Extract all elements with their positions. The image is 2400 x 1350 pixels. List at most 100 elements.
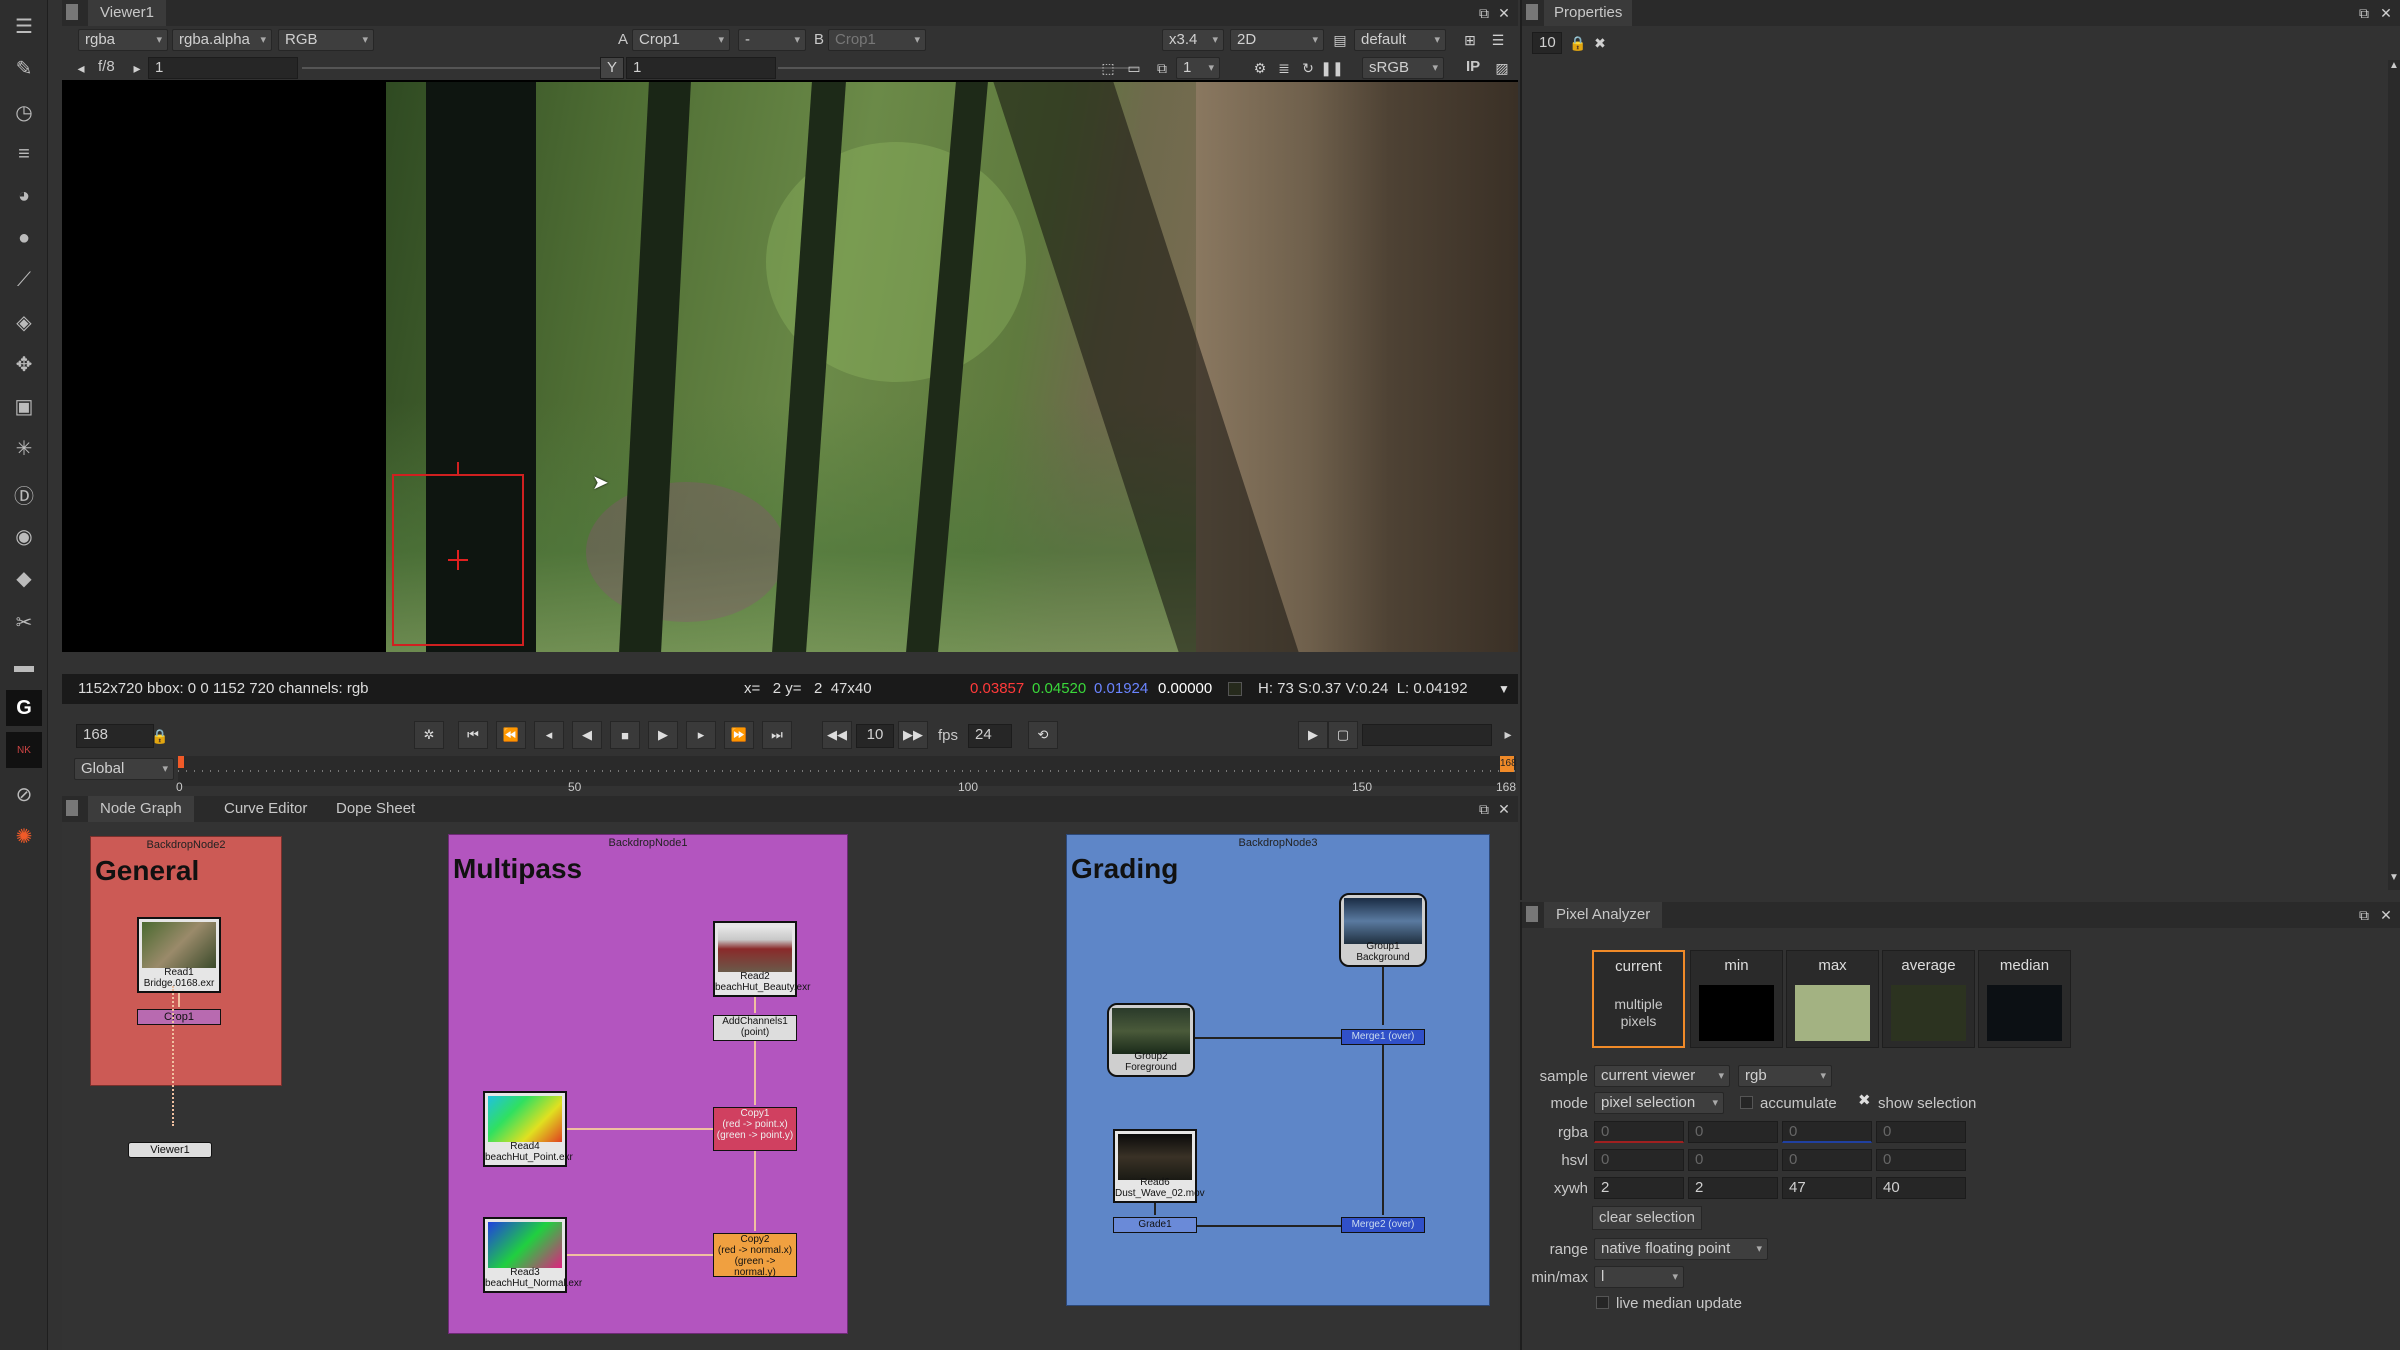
gain-slider[interactable]: [302, 67, 602, 69]
node-read4[interactable]: Read4 beachHut_Point.exr: [483, 1091, 573, 1167]
tab-dope-sheet[interactable]: Dope Sheet: [324, 796, 427, 822]
pa-panel-menu-icon[interactable]: [1526, 906, 1538, 922]
a-input-dropdown[interactable]: Crop1: [632, 29, 730, 51]
play-backward-button[interactable]: ◀: [572, 721, 602, 749]
range-dropdown[interactable]: native floating point: [1594, 1238, 1768, 1260]
rgba-r-field[interactable]: 0: [1594, 1121, 1684, 1143]
next-keyframe-button[interactable]: ⏩: [724, 721, 754, 749]
hsvl-l-field[interactable]: 0: [1876, 1149, 1966, 1171]
node-read6[interactable]: Read6 Dust_Wave_02.mov: [1113, 1129, 1205, 1203]
node-viewer1[interactable]: Viewer1: [128, 1142, 212, 1158]
merge-icon[interactable]: ◈: [6, 304, 42, 340]
ng-panel-menu-icon[interactable]: [66, 800, 78, 816]
views-icon[interactable]: ◉: [6, 518, 42, 554]
tab-curve-editor[interactable]: Curve Editor: [212, 796, 319, 822]
node-group1[interactable]: Group1 Background: [1339, 893, 1427, 967]
props-clear-icon[interactable]: ✖: [1588, 31, 1612, 55]
keyer-icon[interactable]: ⟋: [6, 262, 42, 298]
rect-icon[interactable]: ▭: [1122, 56, 1146, 80]
ocula-icon[interactable]: ✺: [6, 818, 42, 854]
color-icon[interactable]: ◕: [6, 178, 42, 214]
viewport[interactable]: ➤: [62, 80, 1518, 652]
lut-icon[interactable]: ▤: [1328, 28, 1352, 52]
max-panels-field[interactable]: 10: [1532, 32, 1562, 54]
timeline-scroll[interactable]: [1362, 724, 1492, 746]
node-read1[interactable]: Read1 Bridge.0168.exr: [137, 917, 221, 993]
roi-icon[interactable]: ⊞: [1458, 28, 1482, 52]
backdrop-grading[interactable]: BackdropNode3 Grading Group1 Background G…: [1066, 834, 1490, 1306]
transform-icon[interactable]: ✥: [6, 346, 42, 382]
deep-icon[interactable]: Ⓓ: [6, 476, 42, 512]
current-box[interactable]: current multiple pixels: [1592, 950, 1685, 1048]
node-copy2[interactable]: Copy2 (red -> normal.x) (green -> normal.y…: [713, 1233, 797, 1277]
mode-dropdown[interactable]: pixel selection: [1594, 1092, 1724, 1114]
range-scope-dropdown[interactable]: Global: [74, 758, 174, 780]
display-dropdown[interactable]: sRGB: [1362, 57, 1444, 79]
show-selection-checkbox[interactable]: ✖: [1858, 1093, 1872, 1108]
gamma-slider[interactable]: [778, 67, 1138, 69]
rgba-g-field[interactable]: 0: [1688, 1121, 1778, 1143]
sample-dropdown[interactable]: current viewer: [1594, 1065, 1730, 1087]
playback-settings-icon[interactable]: ✲: [414, 721, 444, 749]
colorspace-dropdown[interactable]: RGB: [278, 29, 374, 51]
nkview-icon[interactable]: NK: [6, 732, 42, 768]
current-frame-field[interactable]: 168: [76, 724, 154, 748]
node-group2[interactable]: Group2 Foreground: [1107, 1003, 1195, 1077]
node-read2[interactable]: Read2 beachHut_Beauty.exr: [713, 921, 810, 997]
pixel-analyzer-tab[interactable]: Pixel Analyzer: [1544, 902, 1663, 928]
props-scroll-up-icon[interactable]: ▲: [2388, 60, 2400, 71]
xywh-y-field[interactable]: 2: [1688, 1177, 1778, 1199]
view-mode-dropdown[interactable]: 2D: [1230, 29, 1324, 51]
rgba-a-field[interactable]: 0: [1876, 1121, 1966, 1143]
xywh-w-field[interactable]: 47: [1782, 1177, 1872, 1199]
rgba-b-field[interactable]: 0: [1782, 1121, 1872, 1143]
pa-float-icon[interactable]: ⧉: [2352, 903, 2376, 927]
menu-icon[interactable]: ☰: [6, 8, 42, 44]
info-menu-icon[interactable]: ▼: [1498, 674, 1510, 704]
toolsets-icon[interactable]: ✂: [6, 604, 42, 640]
furnace-icon[interactable]: ⊘: [6, 776, 42, 812]
median-box[interactable]: median: [1978, 950, 2071, 1048]
panel-menu-icon[interactable]: [66, 4, 78, 20]
node-addchannels1[interactable]: AddChannels1 (point): [713, 1015, 797, 1041]
hsvl-s-field[interactable]: 0: [1688, 1149, 1778, 1171]
loop-mode-button[interactable]: ⟲: [1028, 721, 1058, 749]
viewer-tab[interactable]: Viewer1: [88, 0, 166, 26]
b-input-dropdown[interactable]: Crop1: [828, 29, 926, 51]
paint-icon[interactable]: ✎: [6, 50, 42, 86]
input-process-toggle[interactable]: IP: [1466, 58, 1480, 75]
xywh-x-field[interactable]: 2: [1594, 1177, 1684, 1199]
channels-dropdown[interactable]: rgba: [78, 29, 168, 51]
step-back-button[interactable]: ◀◀: [822, 721, 852, 749]
3d-icon[interactable]: ▣: [6, 388, 42, 424]
node-merge2[interactable]: Merge2 (over): [1341, 1217, 1425, 1233]
props-scrollbar[interactable]: ▲ ▼: [2388, 60, 2400, 890]
other-icon[interactable]: ▬: [6, 648, 42, 684]
sample-channels-dropdown[interactable]: rgb: [1738, 1065, 1832, 1087]
live-median-checkbox[interactable]: [1596, 1296, 1609, 1309]
viewer-menu-icon[interactable]: ☰: [1486, 28, 1510, 52]
pause-icon[interactable]: ❚❚: [1320, 56, 1344, 80]
node-copy1[interactable]: Copy1 (red -> point.x) (green -> point.y): [713, 1107, 797, 1151]
time-icon[interactable]: ◷: [6, 94, 42, 130]
prev-keyframe-button[interactable]: ⏪: [496, 721, 526, 749]
tab-node-graph[interactable]: Node Graph: [88, 796, 194, 822]
backdrop-general[interactable]: BackdropNode2 General Read1 Bridge.0168.e…: [90, 836, 282, 1086]
stripes-icon[interactable]: ≣: [1272, 56, 1296, 80]
average-box[interactable]: average: [1882, 950, 1975, 1048]
wipe-icon[interactable]: ▨: [1490, 56, 1514, 80]
node-crop1[interactable]: Crop1: [137, 1009, 221, 1025]
step-forward-button[interactable]: ▶▶: [898, 721, 928, 749]
fstop-left-arrow-icon[interactable]: ◂: [74, 56, 88, 80]
playhead[interactable]: 168: [1500, 756, 1517, 772]
compare-op-dropdown[interactable]: -: [738, 29, 806, 51]
refresh-icon[interactable]: ↻: [1296, 56, 1320, 80]
min-box[interactable]: min: [1690, 950, 1783, 1048]
hsvl-h-field[interactable]: 0: [1594, 1149, 1684, 1171]
props-float-icon[interactable]: ⧉: [2352, 1, 2376, 25]
fps-field[interactable]: 24: [968, 724, 1012, 748]
filter-icon[interactable]: ●: [6, 220, 42, 256]
particles-icon[interactable]: ✳: [6, 430, 42, 466]
alpha-channel-dropdown[interactable]: rgba.alpha: [172, 29, 272, 51]
crop-icon[interactable]: ⬚: [1096, 56, 1120, 80]
